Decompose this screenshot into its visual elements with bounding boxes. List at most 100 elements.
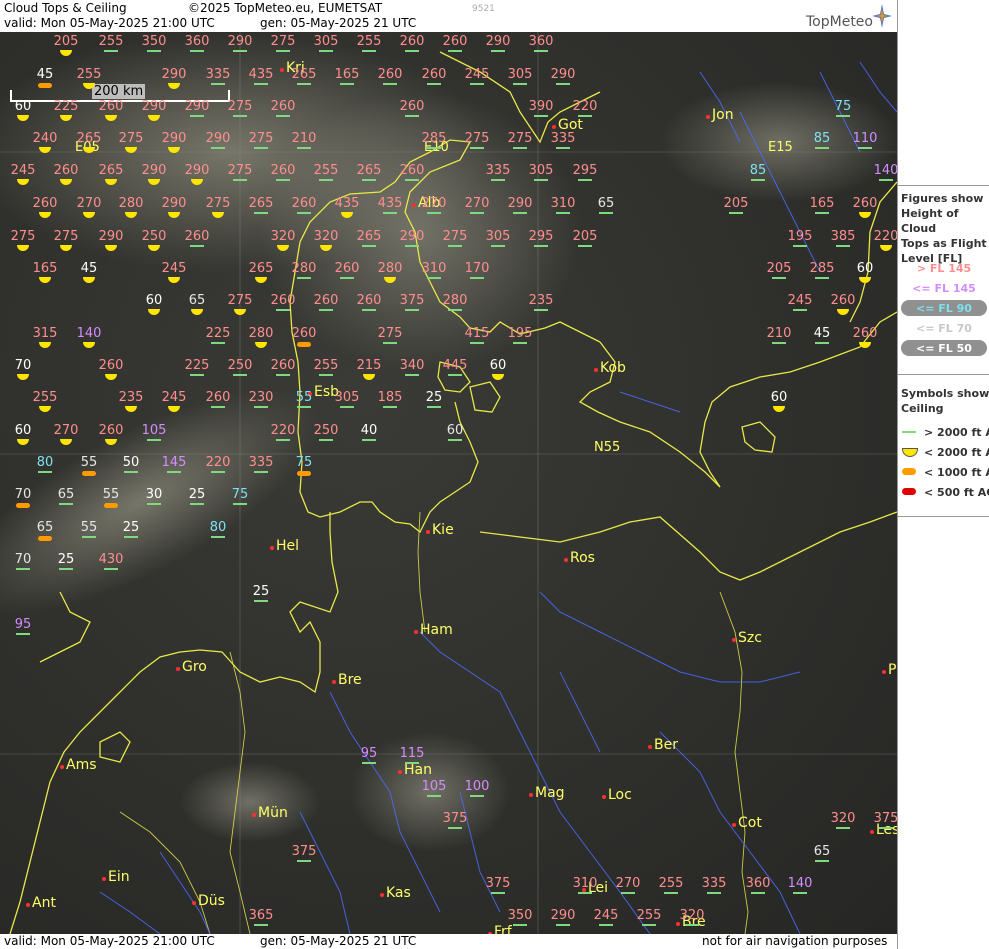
- cloud-top-value: 110: [852, 131, 878, 146]
- cloud-top-value: 285: [809, 261, 835, 276]
- cloud-top-value: 305: [507, 67, 533, 82]
- cloud-top-value: 260: [442, 34, 468, 49]
- cloud-top-value: 265: [248, 261, 274, 276]
- city-name: Gro: [182, 659, 207, 675]
- cloud-top-value: 145: [161, 455, 187, 470]
- cloud-top-value: 60: [14, 99, 32, 114]
- legend-panel: Figures show Height of Cloud Tops as Fligh…: [897, 0, 989, 949]
- generated-time: gen: 05-May-2025 21 UTC: [260, 16, 417, 30]
- cloud-top-value: 185: [377, 390, 403, 405]
- city-name: Bre: [338, 672, 362, 688]
- cloud-top-value: 265: [248, 196, 274, 211]
- cloud-top-value: 195: [787, 229, 813, 244]
- ceiling-line-icon: [147, 50, 161, 52]
- cloud-top-value: 85: [813, 131, 831, 146]
- cloud-top-value: 350: [141, 34, 167, 49]
- ceiling-line-icon: [470, 277, 484, 279]
- cloud-top-value: 260: [356, 293, 382, 308]
- legend-figure-item: <= FL 70: [916, 322, 972, 335]
- cloud-top-value: 255: [636, 908, 662, 923]
- cloud-top-value: 265: [356, 163, 382, 178]
- cloud-top-value: 45: [80, 261, 98, 276]
- city-marker-icon: [414, 630, 418, 634]
- cloud-top-value: 140: [76, 326, 102, 341]
- satellite-map[interactable]: 200 km E05E10E15N55 KriGotJonAlbKobEsbKi…: [0, 32, 897, 934]
- city-label: Bre: [332, 672, 362, 688]
- city-label: Loc: [602, 787, 632, 803]
- cloud-top-value: 290: [141, 163, 167, 178]
- cloud-top-value: 335: [701, 876, 727, 891]
- cloud-top-value: 65: [813, 844, 831, 859]
- city-marker-icon: [26, 903, 30, 907]
- ceiling-line-icon: [448, 245, 462, 247]
- figures-legend-title: Figures show Height of Cloud Tops as Fligh…: [901, 191, 989, 266]
- ceiling-line-icon: [815, 277, 829, 279]
- ceiling-line-icon: [427, 795, 441, 797]
- cloud-top-value: 70: [14, 552, 32, 567]
- brand-logo-text: TopMeteo: [806, 14, 873, 30]
- ceiling-line-icon: [190, 374, 204, 376]
- city-marker-icon: [280, 68, 284, 72]
- city-label: Düs: [192, 893, 225, 909]
- ceiling-line-icon: [534, 115, 548, 117]
- cloud-top-value: 220: [873, 229, 897, 244]
- ceiling-line-icon: [190, 115, 204, 117]
- ceiling-line-icon: [297, 212, 311, 214]
- ceiling-line-icon: [233, 503, 247, 505]
- cloud-top-value: 335: [485, 163, 511, 178]
- city-marker-icon: [882, 670, 886, 674]
- cloud-top-value: 205: [723, 196, 749, 211]
- city-label: Mün: [252, 805, 288, 821]
- city-marker-icon: [594, 368, 598, 372]
- city-name: Mag: [535, 785, 565, 801]
- cloud-top-value: 375: [442, 811, 468, 826]
- graticule-label: E15: [768, 140, 793, 155]
- cloud-top-value: 290: [227, 34, 253, 49]
- cloud-top-value: 260: [399, 34, 425, 49]
- ceiling-line-icon: [405, 245, 419, 247]
- cloud-top-value: 45: [36, 67, 54, 82]
- cloud-top-value: 350: [507, 908, 533, 923]
- ceiling-line-icon: [729, 212, 743, 214]
- cloud-top-value: 85: [749, 163, 767, 178]
- ceiling-line-icon: [664, 892, 678, 894]
- cloud-top-value: 100: [464, 779, 490, 794]
- cloud-top-value: 245: [464, 67, 490, 82]
- ceiling-line-icon: [491, 245, 505, 247]
- cloud-top-value: 55: [295, 390, 313, 405]
- city-label: Mag: [529, 785, 565, 801]
- cloud-top-value: 375: [399, 293, 425, 308]
- ceiling-line-icon: [362, 762, 376, 764]
- cloud-top-value: 30: [145, 487, 163, 502]
- ceiling-line-icon: [233, 179, 247, 181]
- figures-legend: Figures show Height of Cloud Tops as Fligh…: [898, 185, 989, 375]
- cloud-top-value: 260: [98, 423, 124, 438]
- cloud-top-value: 275: [227, 99, 253, 114]
- ceiling-line-icon: [405, 50, 419, 52]
- cloud-top-value: 25: [425, 390, 443, 405]
- ceiling-line-icon: [448, 50, 462, 52]
- cloud-top-value: 260: [205, 390, 231, 405]
- city-name: Frf: [494, 924, 512, 934]
- ceiling-line-icon: [254, 212, 268, 214]
- ceiling-line-icon: [534, 179, 548, 181]
- ceiling-line-icon: [751, 179, 765, 181]
- city-label: Kob: [594, 360, 626, 376]
- cloud-top-value: 275: [53, 229, 79, 244]
- cloud-top-value: 70: [14, 358, 32, 373]
- cloud-top-value: 65: [36, 520, 54, 535]
- cloud-top-value: 255: [98, 34, 124, 49]
- cloud-top-value: 320: [679, 908, 705, 923]
- legend-symbol-label: < 1000 ft AGL: [924, 466, 989, 479]
- city-marker-icon: [270, 546, 274, 550]
- ceiling-line-icon: [491, 179, 505, 181]
- ceiling-line-icon: [534, 245, 548, 247]
- ceiling-line-icon: [211, 147, 225, 149]
- city-marker-icon: [252, 813, 256, 817]
- cloud-top-value: 140: [787, 876, 813, 891]
- cloud-top-value: 55: [102, 487, 120, 502]
- legend-pill-icon: [902, 468, 916, 475]
- cloud-top-value: 25: [252, 584, 270, 599]
- ceiling-line-icon: [448, 827, 462, 829]
- cloud-top-value: 60: [446, 423, 464, 438]
